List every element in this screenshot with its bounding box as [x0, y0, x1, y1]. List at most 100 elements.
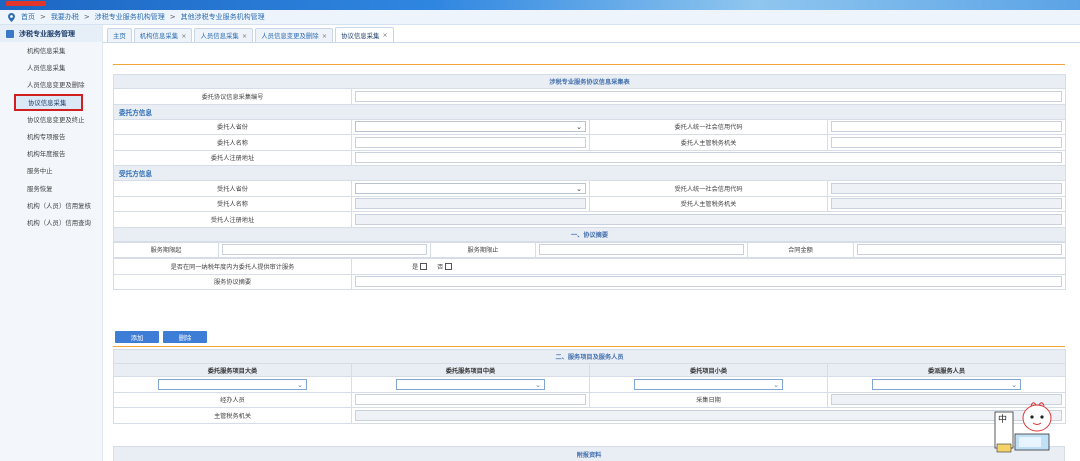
- mascot-image: 中: [994, 402, 1052, 453]
- breadcrumb-separator: >: [169, 13, 176, 21]
- audit-question-label: 是否在同一纳税年度内为委托人提供审计服务: [113, 258, 352, 275]
- sidebar-item-agreement-collect[interactable]: 协议信息采集: [14, 93, 83, 111]
- list-icon: [6, 29, 14, 38]
- tab-agreement-collect[interactable]: 协议信息采集 ×: [335, 27, 394, 42]
- service-category-select[interactable]: ⌄: [158, 378, 307, 390]
- sidebar-item-org-collect[interactable]: 机构信息采集: [0, 42, 102, 59]
- attachments-section-title: 附报资料: [113, 446, 1065, 461]
- breadcrumb-home[interactable]: 首页: [21, 12, 35, 22]
- handler-label: 经办人员: [113, 391, 352, 408]
- client-tax-authority-label: 委托人主管税务机关: [589, 134, 828, 151]
- agent-address-field[interactable]: [355, 213, 1062, 225]
- audit-yes-checkbox[interactable]: [420, 263, 428, 271]
- agent-credit-code-label: 受托人统一社会信用代码: [589, 180, 828, 197]
- close-icon[interactable]: ×: [322, 32, 327, 40]
- summary-table: 服务期限起 服务期限止 合同金额: [113, 241, 1066, 259]
- breadcrumb-other-mgmt[interactable]: 其他涉税专业服务机构管理: [181, 12, 265, 22]
- breadcrumb: 首页 > 我要办税 > 涉税专业服务机构管理 > 其他涉税专业服务机构管理: [0, 10, 1080, 25]
- breadcrumb-service-mgmt[interactable]: 涉税专业服务机构管理: [95, 12, 165, 22]
- agreement-summary-label: 服务协议摘要: [113, 273, 352, 290]
- agent-address-label: 受托人注册地址: [113, 211, 352, 228]
- agent-name-field[interactable]: [355, 198, 586, 210]
- chevron-down-icon: ⌄: [535, 380, 541, 389]
- sidebar: 涉税专业服务管理 机构信息采集 人员信息采集 人员信息变更及删除 协议信息采集 …: [0, 25, 103, 461]
- close-icon[interactable]: ×: [382, 31, 387, 39]
- agent-credit-code-field[interactable]: [831, 182, 1062, 194]
- service-subcategory-select[interactable]: ⌄: [396, 378, 545, 390]
- client-province-select[interactable]: ⌄: [355, 121, 586, 133]
- column-header: 委托服务项目中类: [351, 363, 590, 377]
- client-tax-authority-field[interactable]: [831, 136, 1062, 148]
- period-end-label: 服务期限止: [430, 241, 536, 258]
- close-icon[interactable]: ×: [242, 32, 247, 40]
- sidebar-item-special-report[interactable]: 机构专项报告: [0, 128, 102, 145]
- audit-yes-label: 是: [412, 263, 419, 271]
- agreement-no-field[interactable]: [355, 90, 1062, 102]
- service-item-select[interactable]: ⌄: [634, 378, 783, 390]
- action-buttons: 添加 删除: [115, 331, 211, 343]
- tab-staff-collect[interactable]: 人员信息采集 ×: [194, 28, 254, 42]
- client-name-field[interactable]: [355, 136, 586, 148]
- column-header: 委托服务项目大类: [113, 363, 352, 377]
- audit-no-label: 否: [437, 263, 444, 271]
- period-end-field[interactable]: [539, 244, 744, 256]
- tab-label: 协议信息采集: [341, 31, 380, 40]
- add-button[interactable]: 添加: [115, 331, 159, 343]
- chevron-down-icon: ⌄: [773, 380, 779, 389]
- attachments-table: 附报资料: [113, 446, 1065, 461]
- agreement-summary-field[interactable]: [355, 276, 1062, 288]
- handler-field[interactable]: [355, 394, 586, 406]
- tab-bar: 主页 机构信息采集 × 人员信息采集 × 人员信息变更及删除 × 协议信息采集 ×: [103, 27, 1080, 43]
- sidebar-item-resume[interactable]: 服务恢复: [0, 180, 102, 197]
- breadcrumb-tax[interactable]: 我要办税: [51, 12, 79, 22]
- sidebar-item-staff-change[interactable]: 人员信息变更及删除: [0, 76, 102, 93]
- client-credit-code-field[interactable]: [831, 121, 1062, 133]
- agreement-no-label: 委托协议信息采集编号: [113, 88, 352, 105]
- chevron-down-icon: ⌄: [297, 380, 303, 389]
- tax-authority-label: 主管税务机关: [113, 407, 352, 424]
- breadcrumb-separator: >: [40, 13, 46, 21]
- close-icon[interactable]: ×: [181, 32, 186, 40]
- tax-authority-field[interactable]: [355, 409, 1062, 421]
- agent-tax-authority-field[interactable]: [831, 198, 1062, 210]
- sidebar-item-suspend[interactable]: 服务中止: [0, 162, 102, 179]
- period-start-field[interactable]: [222, 244, 427, 256]
- collect-date-label: 采集日期: [589, 391, 828, 408]
- chevron-down-icon: ⌄: [576, 184, 582, 193]
- breadcrumb-separator: >: [83, 13, 90, 21]
- column-header: 委托项目小类: [589, 363, 828, 377]
- sidebar-item-credit-review[interactable]: 机构（人员）信用复核: [0, 197, 102, 214]
- agent-section-title: 受托方信息: [113, 165, 1066, 181]
- sidebar-item-annual-report[interactable]: 机构年度报告: [0, 145, 102, 162]
- client-address-field[interactable]: [355, 152, 1062, 164]
- chevron-down-icon: ⌄: [1011, 380, 1017, 389]
- logo: [6, 1, 46, 6]
- tab-staff-change[interactable]: 人员信息变更及删除 ×: [255, 28, 334, 42]
- location-pin-icon: [8, 12, 15, 22]
- agent-province-select[interactable]: ⌄: [355, 182, 586, 194]
- tab-label: 人员信息采集: [200, 32, 239, 40]
- tab-org-collect[interactable]: 机构信息采集 ×: [133, 28, 193, 42]
- client-credit-code-label: 委托人统一社会信用代码: [589, 118, 828, 135]
- sidebar-item-agreement-change[interactable]: 协议信息变更及终止: [0, 111, 102, 128]
- sidebar-header[interactable]: 涉税专业服务管理: [0, 25, 102, 42]
- agreement-form: 涉税专业服务协议信息采集表 委托协议信息采集编号 委托方信息 委托人省份 ⌄ 委…: [113, 74, 1066, 290]
- agent-province-label: 受托人省份: [113, 180, 352, 197]
- audit-no-checkbox[interactable]: [445, 263, 453, 271]
- agent-name-label: 受托人名称: [113, 195, 352, 212]
- client-address-label: 委托人注册地址: [113, 149, 352, 166]
- contract-amount-field[interactable]: [857, 244, 1062, 256]
- sidebar-title: 涉税专业服务管理: [19, 29, 75, 38]
- sidebar-item-staff-collect[interactable]: 人员信息采集: [0, 59, 102, 76]
- form-caption: 涉税专业服务协议信息采集表: [113, 74, 1066, 89]
- top-banner: [0, 0, 1080, 10]
- agreement-table: 涉税专业服务协议信息采集表 委托协议信息采集编号 委托方信息 委托人省份 ⌄ 委…: [113, 74, 1066, 242]
- tab-home[interactable]: 主页: [107, 28, 132, 42]
- delete-button[interactable]: 删除: [163, 331, 207, 343]
- tab-label: 主页: [113, 32, 126, 40]
- service-staff-select[interactable]: ⌄: [872, 378, 1021, 390]
- mascot-label: 中: [998, 413, 1007, 425]
- sidebar-item-credit-query[interactable]: 机构（人员）信用查询: [0, 214, 102, 231]
- tab-label: 机构信息采集: [139, 32, 179, 40]
- summary-table-2: 是否在同一纳税年度内为委托人提供审计服务 是 否 服务协议摘要: [113, 258, 1066, 290]
